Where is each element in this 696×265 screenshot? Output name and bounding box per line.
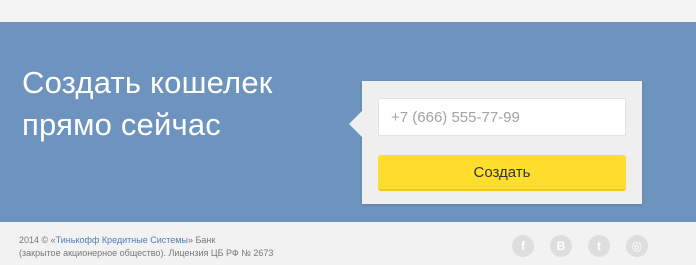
company-link[interactable]: Тинькофф Кредитные Системы: [56, 235, 188, 245]
footer: 2014 © «Тинькофф Кредитные Системы» Банк…: [0, 222, 696, 265]
legal-line-2: (закрытое акционерное общество). Лицензи…: [19, 248, 274, 258]
top-bar: [0, 0, 696, 22]
facebook-icon[interactable]: f: [512, 235, 534, 257]
hero-headline: Создать кошелек прямо сейчас: [22, 62, 273, 146]
headline-line-2: прямо сейчас: [22, 107, 221, 142]
legal-line-1: 2014 © «Тинькофф Кредитные Системы» Банк: [19, 235, 216, 245]
twitter-icon[interactable]: t: [588, 235, 610, 257]
create-button[interactable]: Создать: [378, 155, 626, 191]
signup-card: Создать: [349, 81, 642, 204]
hero-banner: Создать кошелек прямо сейчас Создать: [0, 22, 696, 222]
card-pointer: [349, 111, 362, 137]
legal-text: 2014 © «Тинькофф Кредитные Системы» Банк…: [19, 234, 273, 260]
instagram-icon[interactable]: ◎: [626, 235, 648, 257]
social-links: f B t ◎: [512, 235, 664, 257]
vkontakte-icon[interactable]: B: [550, 235, 572, 257]
phone-input[interactable]: [378, 98, 626, 136]
headline-line-1: Создать кошелек: [22, 65, 273, 100]
